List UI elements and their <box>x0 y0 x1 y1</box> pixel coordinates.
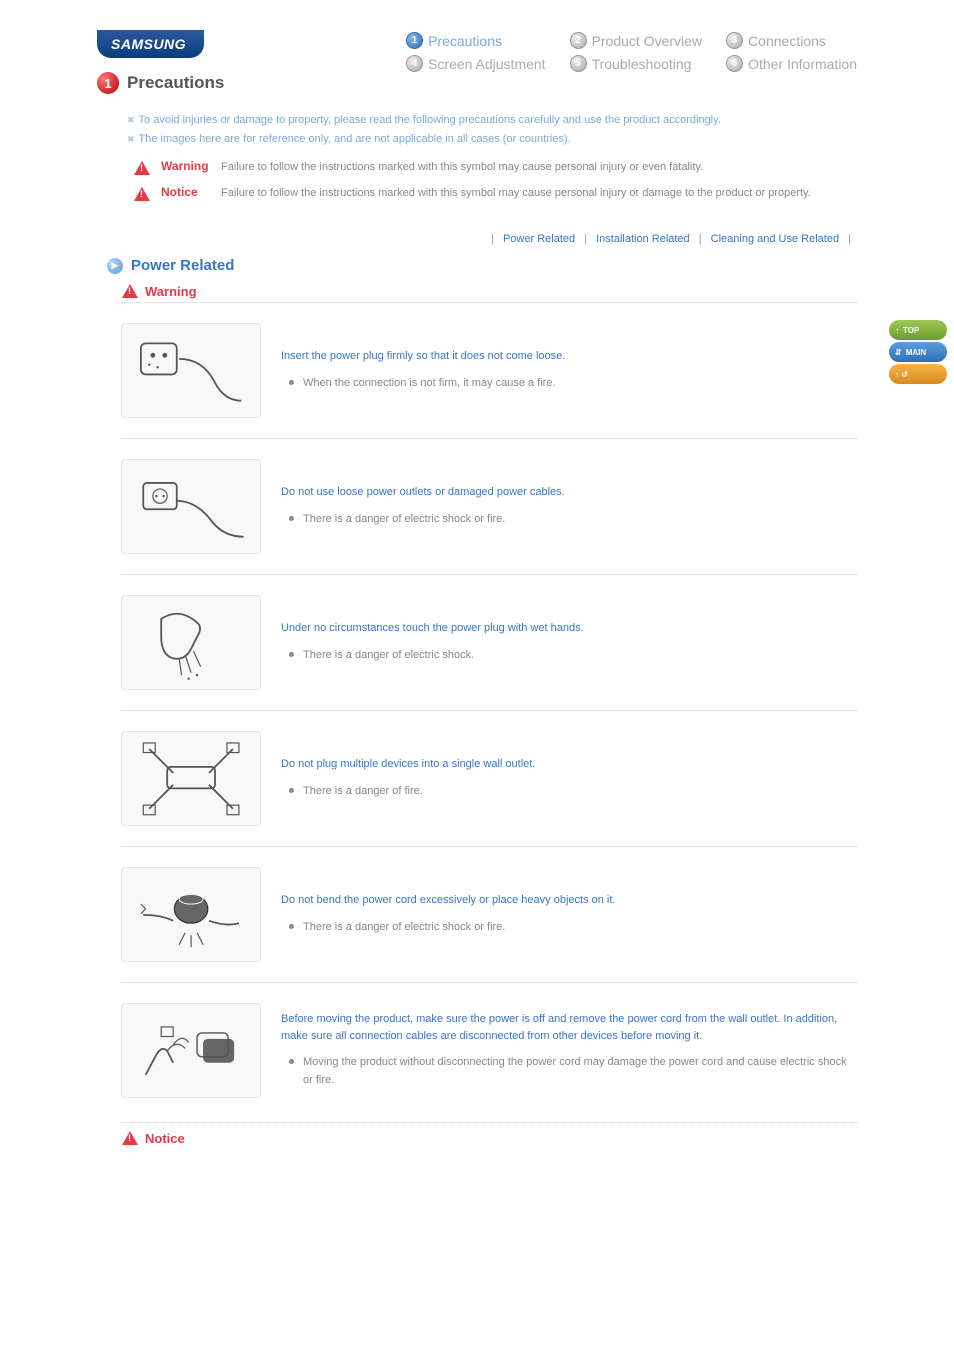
illustration-unplug-before-move <box>121 1003 261 1098</box>
legend-warning: Warning Failure to follow the instructio… <box>133 159 857 177</box>
nav-troubleshooting[interactable]: 5 Troubleshooting <box>570 55 702 72</box>
badge-icon: 3 <box>726 32 743 49</box>
item-body: Do not plug multiple devices into a sing… <box>281 756 847 800</box>
title-number-badge: 1 <box>97 72 119 94</box>
page-title-row: 1 Precautions <box>97 72 857 94</box>
link-power-related[interactable]: Power Related <box>503 233 575 245</box>
item-title: Do not bend the power cord excessively o… <box>281 892 847 909</box>
badge-icon: 5 <box>570 55 587 72</box>
nav-label: Troubleshooting <box>592 56 692 72</box>
nav-label: Precautions <box>428 33 502 49</box>
main-label: MAIN <box>906 348 926 357</box>
separator: | <box>584 233 587 245</box>
precaution-item: Insert the power plug firmly so that it … <box>121 302 857 438</box>
header: SAMSUNG 1 Precautions 2 Product Overview 3… <box>97 30 857 58</box>
legend-notice: Notice Failure to follow the instruction… <box>133 185 857 203</box>
intro-line-1: ✖To avoid injuries or damage to property… <box>127 112 857 129</box>
arrow-right-icon: ↑ ↺ <box>895 370 908 379</box>
item-body: Insert the power plug firmly so that it … <box>281 348 847 392</box>
sub-nav: | Power Related | Installation Related |… <box>97 233 857 245</box>
page-title: Precautions <box>127 73 224 93</box>
warning-icon <box>121 282 139 300</box>
warning-icon <box>133 159 151 177</box>
warning-label: Warning <box>161 159 211 173</box>
arrow-up-icon: ↑ <box>895 326 899 335</box>
nav-precautions[interactable]: 1 Precautions <box>406 32 546 49</box>
item-body: Under no circumstances touch the power p… <box>281 620 847 664</box>
top-button[interactable]: ↑ TOP <box>889 320 947 340</box>
notice-label: Notice <box>145 1131 185 1146</box>
nav-label: Screen Adjustment <box>428 56 546 72</box>
item-desc: There is a danger of fire. <box>303 783 847 801</box>
item-body: Do not use loose power outlets or damage… <box>281 484 847 528</box>
separator: | <box>491 233 494 245</box>
tree-icon: ⇵ <box>895 348 902 357</box>
sub-notice-header: Notice <box>121 1122 857 1147</box>
illustration-multiple-plugs <box>121 731 261 826</box>
item-title: Before moving the product, make sure the… <box>281 1011 847 1044</box>
badge-icon: 1 <box>406 32 423 49</box>
nav-label: Other Information <box>748 56 857 72</box>
forward-button[interactable]: ↑ ↺ <box>889 364 947 384</box>
nav-other-information[interactable]: 6 Other Information <box>726 55 857 72</box>
precaution-item: Do not bend the power cord excessively o… <box>121 846 857 982</box>
top-label: TOP <box>903 326 919 335</box>
notice-text: Failure to follow the instructions marke… <box>221 185 811 202</box>
badge-icon: 6 <box>726 55 743 72</box>
precaution-item: Do not use loose power outlets or damage… <box>121 438 857 574</box>
x-bullet-icon: ✖ <box>127 134 135 144</box>
item-desc: When the connection is not firm, it may … <box>303 375 847 393</box>
item-desc: Moving the product without disconnecting… <box>303 1054 847 1089</box>
precaution-item: Do not plug multiple devices into a sing… <box>121 710 857 846</box>
x-bullet-icon: ✖ <box>127 115 135 125</box>
main-nav: 1 Precautions 2 Product Overview 3 Connecti… <box>406 32 857 72</box>
separator: | <box>848 233 851 245</box>
notice-icon <box>133 185 151 203</box>
arrow-right-icon: ▶ <box>107 258 123 274</box>
item-desc: There is a danger of electric shock or f… <box>303 919 847 937</box>
badge-icon: 2 <box>570 32 587 49</box>
item-body: Do not bend the power cord excessively o… <box>281 892 847 936</box>
notice-label: Notice <box>161 185 211 199</box>
brand-logo: SAMSUNG <box>97 30 204 58</box>
legend-block: Warning Failure to follow the instructio… <box>133 159 857 203</box>
badge-icon: 4 <box>406 55 423 72</box>
intro-line-2: ✖The images here are for reference only,… <box>127 131 857 148</box>
item-title: Under no circumstances touch the power p… <box>281 620 847 637</box>
illustration-loose-outlet <box>121 459 261 554</box>
precaution-item: Under no circumstances touch the power p… <box>121 574 857 710</box>
separator: | <box>699 233 702 245</box>
item-title: Insert the power plug firmly so that it … <box>281 348 847 365</box>
nav-product-overview[interactable]: 2 Product Overview <box>570 32 702 49</box>
precaution-item: Before moving the product, make sure the… <box>121 982 857 1118</box>
intro-block: ✖To avoid injuries or damage to property… <box>127 112 857 147</box>
nav-connections[interactable]: 3 Connections <box>726 32 857 49</box>
item-desc: There is a danger of electric shock or f… <box>303 511 847 529</box>
side-nav: ↑ TOP ⇵ MAIN ↑ ↺ <box>889 320 947 384</box>
item-desc: There is a danger of electric shock. <box>303 647 847 665</box>
notice-icon <box>121 1129 139 1147</box>
item-title: Do not plug multiple devices into a sing… <box>281 756 847 773</box>
sub-warning-header: Warning <box>121 282 857 300</box>
link-cleaning-use-related[interactable]: Cleaning and Use Related <box>711 233 839 245</box>
illustration-wet-hands <box>121 595 261 690</box>
section-title: Power Related <box>131 257 234 274</box>
main-button[interactable]: ⇵ MAIN <box>889 342 947 362</box>
nav-label: Connections <box>748 33 826 49</box>
warning-text: Failure to follow the instructions marke… <box>221 159 703 176</box>
link-installation-related[interactable]: Installation Related <box>596 233 690 245</box>
item-body: Before moving the product, make sure the… <box>281 1011 847 1089</box>
illustration-bend-cord <box>121 867 261 962</box>
nav-screen-adjustment[interactable]: 4 Screen Adjustment <box>406 55 546 72</box>
nav-label: Product Overview <box>592 33 702 49</box>
section-header: ▶ Power Related <box>107 257 857 274</box>
item-title: Do not use loose power outlets or damage… <box>281 484 847 501</box>
illustration-plug-firm <box>121 323 261 418</box>
warning-label: Warning <box>145 284 197 299</box>
